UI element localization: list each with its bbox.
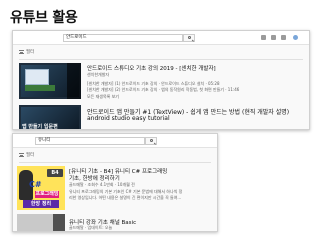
video-title[interactable]: 기초, 한방에 정리하기 (69, 174, 120, 182)
video-description: 리한 영상입니다. 어떤 내용은 설명이 긴 편이지만 시간을 꼭 들여... (69, 195, 182, 200)
thumbnail-image: 앱 만들기 입문편 (21, 107, 79, 130)
youtube-screenshot-unity: 유니티 필터 B4 C# 프로그래밍 한방 정리 [유니티 기초 - B4] 유… (12, 133, 218, 232)
thumbnail-text: 프로그래밍 (35, 191, 59, 198)
channel-name[interactable]: 골드메탈 · 업데이트: 오늘 (69, 225, 112, 231)
view-playlist-link[interactable]: 모든 재생목록 보기 (87, 94, 119, 100)
video-title[interactable]: android studio easy tutorial (87, 115, 170, 122)
avatar[interactable] (293, 35, 298, 40)
youtube-header: 안드로이드 (13, 31, 309, 45)
playlist-overlay (67, 63, 81, 99)
video-title[interactable]: 안드로이드 스튜디오 기초 강의 2019 - [센치한 개발자] (87, 64, 216, 72)
youtube-header: 유니티 (13, 134, 217, 148)
filter-label: 필터 (26, 50, 35, 55)
divider (19, 162, 211, 163)
thumbnail-episode: B4 (47, 169, 63, 177)
video-thumbnail[interactable]: B4 C# 프로그래밍 한방 정리 (17, 166, 65, 210)
youtube-screenshot-android: 안드로이드 필터 안드로이드 스튜디오 기초 강의 2019 - [센치한 개발… (12, 30, 310, 130)
notifications-icon[interactable] (281, 35, 286, 40)
thumbnail-text: 한방 정리 (23, 200, 59, 208)
search-input[interactable]: 안드로이드 (63, 34, 183, 42)
upload-icon[interactable] (261, 35, 266, 40)
search-button[interactable] (183, 34, 195, 42)
video-thumbnail[interactable]: 앱 만들기 입문편 (19, 105, 81, 130)
thumbnail-caption: 앱 만들기 입문편 (22, 124, 58, 130)
filter-icon (19, 50, 24, 54)
thumbnail-text: C# (29, 180, 42, 189)
search-icon (150, 139, 153, 142)
video-description: [센치한 개발자] (2) 안드로이드 기초 강의 · 앱의 동작원리 작동법,… (87, 87, 240, 92)
filter-button[interactable]: 필터 (19, 48, 34, 56)
channel-name[interactable]: 센치한개발자 (87, 72, 109, 78)
slide-title: 유튜브 활용 (10, 10, 78, 26)
filter-button[interactable]: 필터 (19, 151, 34, 159)
divider (19, 59, 303, 60)
search-button[interactable] (145, 137, 157, 145)
playlist-overlay (53, 214, 65, 231)
apps-icon[interactable] (271, 35, 276, 40)
video-thumbnail[interactable] (19, 63, 81, 99)
filter-icon (19, 153, 24, 157)
channel-name[interactable]: 골드메탈 · 조회수 4.1만회 · 10개월 전 (69, 182, 135, 188)
filter-label: 필터 (26, 153, 35, 158)
search-icon (188, 36, 191, 39)
search-input[interactable]: 유니티 (35, 137, 145, 145)
thumbnail-graphic (25, 85, 55, 91)
thumbnail-screen (25, 69, 49, 85)
video-thumbnail[interactable] (17, 214, 65, 231)
